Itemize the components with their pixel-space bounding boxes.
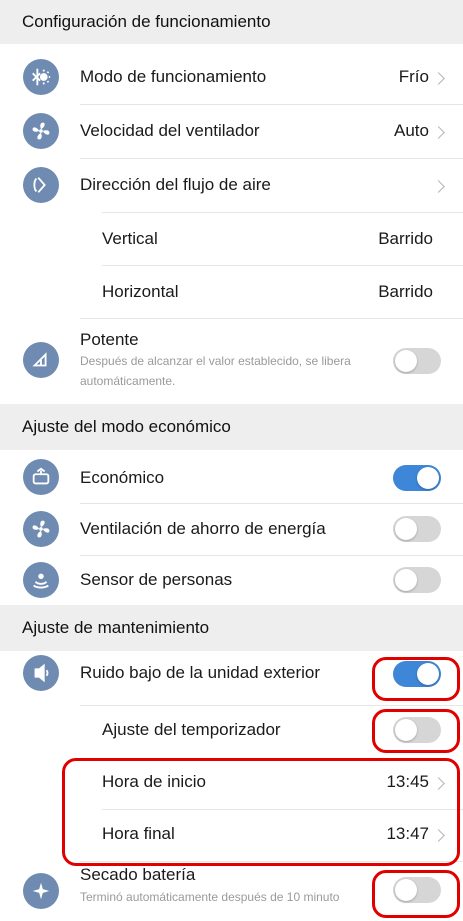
horizontal-value: Barrido	[378, 282, 433, 301]
airflow-direction-icon	[23, 167, 59, 203]
section-header-maintenance: Ajuste de mantenimiento	[0, 605, 463, 651]
end-time-row[interactable]: Hora final 13:47	[0, 809, 463, 861]
sun-snow-icon	[23, 59, 59, 95]
chevron-right-icon	[432, 777, 445, 790]
chevron-right-icon	[432, 180, 445, 193]
sensor-icon	[23, 562, 59, 598]
vertical-row[interactable]: Vertical Barrido	[0, 212, 463, 266]
drying-label: Secado batería	[80, 865, 196, 884]
person-sensor-toggle[interactable]	[393, 567, 441, 593]
section-header-operation: Configuración de funcionamiento	[0, 0, 463, 44]
operation-mode-row[interactable]: Modo de funcionamiento Frío	[0, 50, 463, 104]
powerful-description: Después de alcanzar el valor establecido…	[80, 354, 351, 388]
energy-vent-toggle[interactable]	[393, 516, 441, 542]
outdoor-low-noise-row: Ruido bajo de la unidad exterior	[0, 651, 463, 705]
drying-description: Terminó automáticamente después de 10 mi…	[80, 890, 340, 904]
section-title: Ajuste del modo económico	[22, 417, 231, 436]
outdoor-low-noise-label: Ruido bajo de la unidad exterior	[80, 663, 321, 682]
powerful-label: Potente	[80, 330, 139, 349]
chevron-right-icon	[432, 829, 445, 842]
outdoor-low-noise-toggle[interactable]	[393, 661, 441, 687]
economic-row: Económico	[0, 452, 463, 503]
hora-inicio-display[interactable]: Hora de inicio 13:45	[0, 757, 463, 809]
econo-icon	[23, 459, 59, 495]
chevron-right-icon	[432, 72, 445, 85]
horizontal-row[interactable]: Horizontal Barrido	[0, 265, 463, 319]
end-time-value: 13:47	[386, 824, 429, 843]
person-sensor-label: Sensor de personas	[80, 570, 233, 589]
fan-icon	[23, 511, 59, 547]
powerful-row: Potente Después de alcanzar el valor est…	[0, 318, 463, 404]
timer-toggle[interactable]	[393, 717, 441, 743]
person-sensor-row: Sensor de personas	[0, 555, 463, 605]
energy-vent-row: Ventilación de ahorro de energía	[0, 503, 463, 555]
powerful-icon	[23, 342, 59, 378]
powerful-toggle[interactable]	[393, 348, 441, 374]
timer-label: Ajuste del temporizador	[102, 720, 281, 739]
airflow-direction-row[interactable]: Dirección del flujo de aire	[0, 158, 463, 212]
sparkle-icon	[23, 873, 59, 909]
fan-speed-value: Auto	[394, 121, 429, 140]
drying-row: Secado batería Terminó automáticamente d…	[0, 861, 463, 921]
section-title: Configuración de funcionamiento	[22, 12, 271, 31]
fan-speed-label: Velocidad del ventilador	[80, 121, 260, 140]
fan-speed-row[interactable]: Velocidad del ventilador Auto	[0, 104, 463, 158]
end-time-label: Hora final	[102, 824, 175, 843]
economic-label: Económico	[80, 468, 165, 487]
economic-toggle[interactable]	[393, 465, 441, 491]
drying-toggle[interactable]	[393, 877, 441, 903]
low-noise-icon	[23, 655, 59, 691]
fan-icon	[23, 113, 59, 149]
energy-vent-label: Ventilación de ahorro de energía	[80, 519, 326, 538]
vertical-label: Vertical	[102, 229, 158, 248]
section-header-economy: Ajuste del modo económico	[0, 404, 463, 450]
timer-row: Ajuste del temporizador	[0, 705, 463, 757]
start-time-value: 13:45	[386, 772, 429, 791]
chevron-right-icon	[432, 126, 445, 139]
operation-mode-label: Modo de funcionamiento	[80, 67, 267, 86]
horizontal-label: Horizontal	[102, 282, 179, 301]
vertical-value: Barrido	[378, 229, 433, 248]
operation-mode-value: Frío	[398, 67, 429, 86]
start-time-text: Hora de inicio	[102, 772, 206, 791]
airflow-direction-label: Dirección del flujo de aire	[80, 175, 271, 194]
section-title: Ajuste de mantenimiento	[22, 618, 210, 637]
